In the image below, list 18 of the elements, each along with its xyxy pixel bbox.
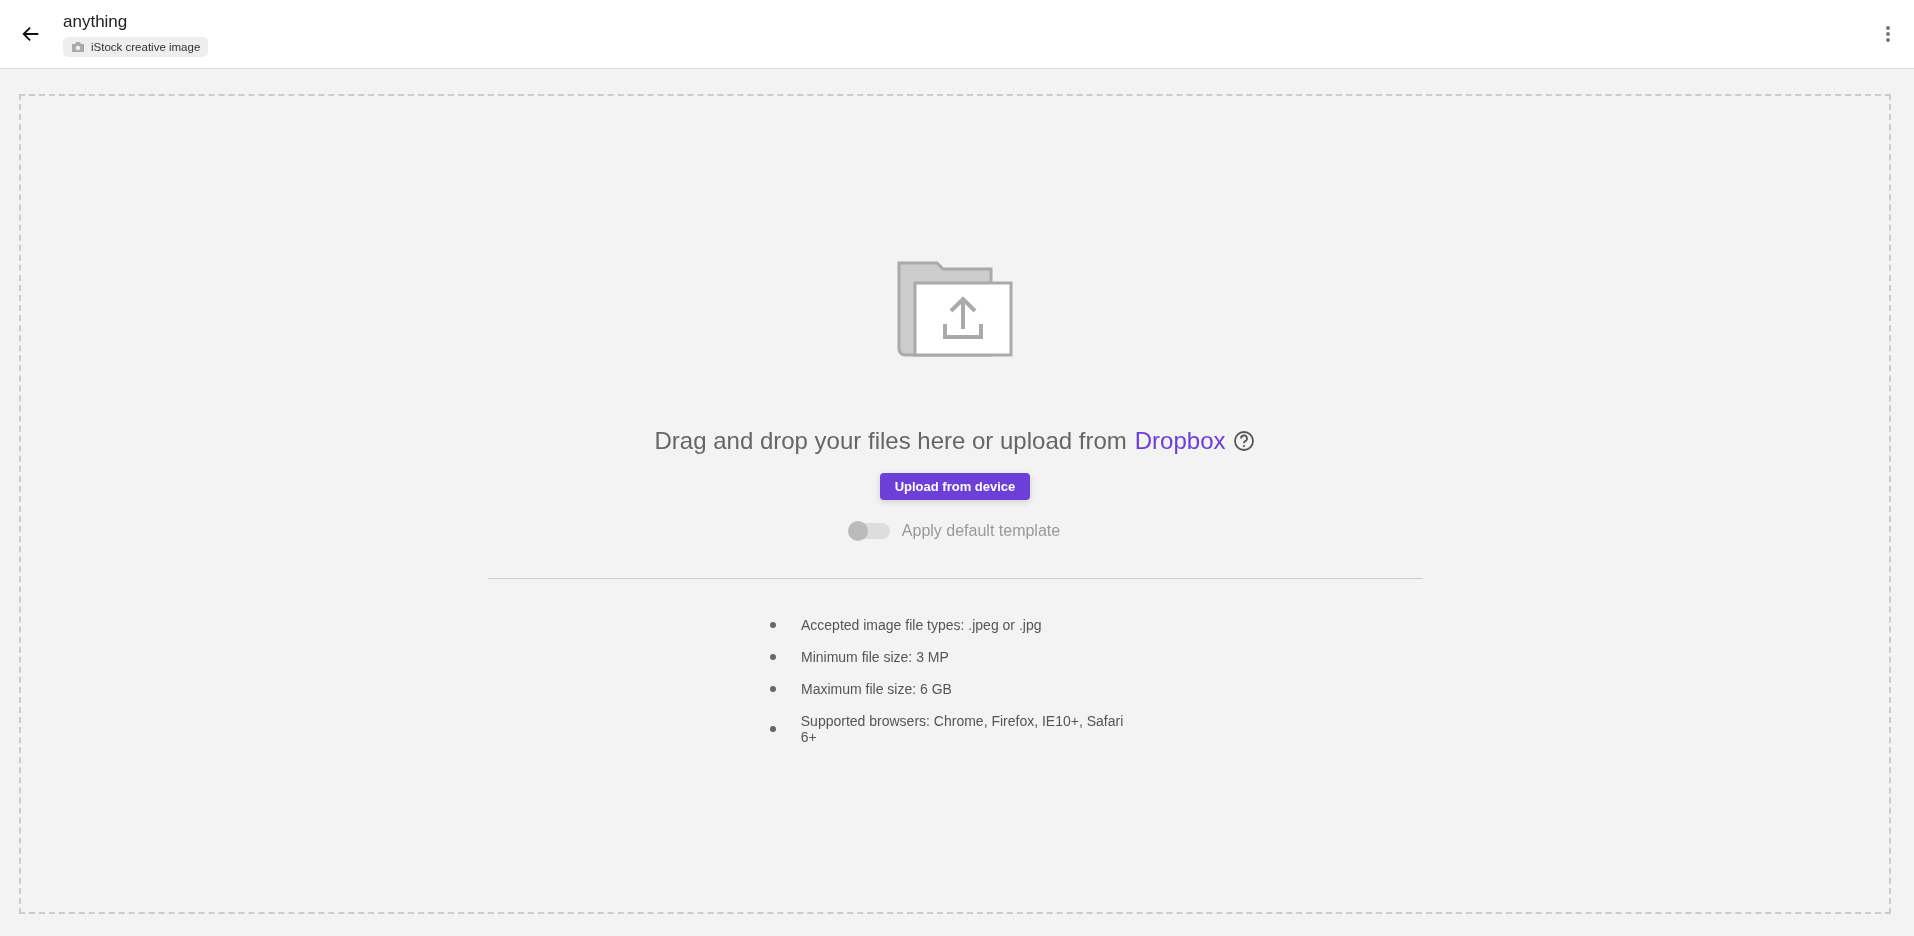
requirement-text: Supported browsers: Chrome, Firefox, IE10+, Safari 6+ bbox=[800, 713, 1125, 745]
template-toggle[interactable] bbox=[849, 523, 890, 539]
page-title: anything bbox=[63, 11, 129, 32]
source-tag: iStock creative image bbox=[63, 36, 209, 57]
requirement-text: Accepted image file types: .jpeg or .jpg bbox=[801, 617, 1042, 633]
folder-upload-icon bbox=[897, 261, 1013, 357]
toggle-label: Apply default template bbox=[901, 522, 1061, 540]
camera-icon bbox=[71, 40, 85, 53]
upload-from-device-button[interactable]: Upload from device bbox=[879, 473, 1031, 500]
dropbox-link[interactable]: Dropbox bbox=[1134, 427, 1226, 455]
requirement-text: Maximum file size: 6 GB bbox=[801, 681, 952, 697]
bullet-icon bbox=[770, 622, 776, 628]
bullet-icon bbox=[770, 726, 776, 732]
bullet-icon bbox=[770, 686, 776, 692]
help-icon[interactable] bbox=[1233, 430, 1256, 452]
requirement-text: Minimum file size: 3 MP bbox=[801, 649, 949, 665]
bullet-icon bbox=[770, 654, 776, 660]
upload-prompt: Drag and drop your files here or upload from bbox=[654, 427, 1127, 455]
